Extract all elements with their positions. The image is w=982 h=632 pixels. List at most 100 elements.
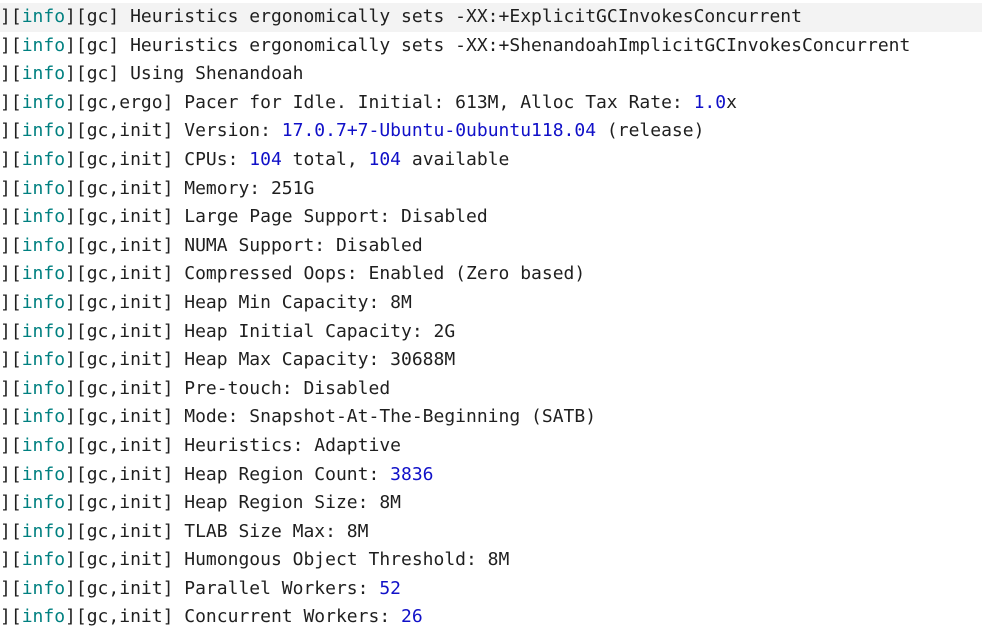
log-line: ][info][gc] Heuristics ergonomically set… [0, 32, 982, 61]
log-text: ][gc] Heuristics ergonomically sets -XX:… [65, 6, 802, 27]
log-text: ][ [0, 377, 22, 399]
log-level: info [21, 120, 66, 142]
log-level: info [21, 377, 66, 399]
log-number: 52 [379, 577, 402, 599]
log-line: ][info][gc,init] Parallel Workers: 52 [0, 575, 982, 604]
log-level: info [21, 63, 66, 85]
log-level: info [21, 577, 66, 599]
log-text: ][gc,init] Large Page Support: Disabled [65, 206, 488, 228]
log-text: ][ [0, 463, 22, 485]
log-text: ][gc] Heuristics ergonomically sets -XX:… [65, 34, 911, 56]
log-level: info [21, 492, 66, 514]
log-text: ][gc,init] Memory: 251G [65, 177, 315, 199]
log-level: info [21, 320, 66, 342]
log-number: 104 [368, 148, 402, 170]
log-level: info [21, 6, 66, 27]
log-text: ][gc,init] Concurrent Workers: [65, 606, 401, 628]
log-text: ][ [0, 91, 22, 113]
log-text: ][gc,init] Humongous Object Threshold: 8… [65, 549, 510, 571]
log-level: info [21, 434, 66, 456]
log-number: 26 [401, 606, 423, 628]
log-text: ][ [0, 6, 22, 27]
log-text: ][gc,init] Version: [65, 120, 282, 142]
log-number: 3836 [390, 463, 434, 485]
log-text: ][gc,init] TLAB Size Max: 8M [65, 520, 369, 542]
log-text: ][gc,init] Heap Min Capacity: 8M [65, 291, 412, 313]
log-text: ][gc,init] Heap Max Capacity: 30688M [65, 349, 456, 371]
log-text: x [726, 91, 737, 113]
log-text: ][gc,init] CPUs: [65, 148, 250, 170]
log-text: ][gc,init] NUMA Support: Disabled [65, 234, 423, 256]
log-text: ][ [0, 177, 22, 199]
log-text: ][gc,init] Parallel Workers: [65, 577, 380, 599]
log-line: ][info][gc,init] Concurrent Workers: 26 [0, 603, 982, 632]
log-line: ][info][gc,init] TLAB Size Max: 8M [0, 518, 982, 547]
log-line: ][info][gc,init] Heap Region Count: 3836 [0, 461, 982, 490]
log-line: ][info][gc,ergo] Pacer for Idle. Initial… [0, 89, 982, 118]
log-text: ][ [0, 520, 22, 542]
log-level: info [21, 349, 66, 371]
log-text: ][ [0, 577, 22, 599]
log-text: ][gc,ergo] Pacer for Idle. Initial: 613M… [65, 91, 694, 113]
log-level: info [21, 606, 66, 628]
log-text: ][ [0, 206, 22, 228]
log-text: ][ [0, 120, 22, 142]
log-level: info [21, 34, 66, 56]
log-text: ][gc,init] Mode: Snapshot-At-The-Beginni… [65, 406, 597, 428]
log-level: info [21, 291, 66, 313]
log-text: ][gc] Using Shenandoah [65, 63, 304, 85]
log-level: info [21, 91, 66, 113]
log-line: ][info][gc,init] Heuristics: Adaptive [0, 432, 982, 461]
log-text: total, [281, 148, 369, 170]
log-line: ][info][gc] Heuristics ergonomically set… [0, 3, 982, 32]
log-line: ][info][gc,init] Humongous Object Thresh… [0, 546, 982, 575]
log-text: available [401, 148, 510, 170]
log-text: ][ [0, 320, 22, 342]
log-text: ][gc,init] Compressed Oops: Enabled (Zer… [65, 263, 586, 285]
log-line: ][info][gc,init] Mode: Snapshot-At-The-B… [0, 403, 982, 432]
log-level: info [21, 206, 66, 228]
log-number: 17.0.7+7-Ubuntu-0ubuntu118.04 [281, 120, 597, 142]
log-text: ][gc,init] Pre-touch: Disabled [65, 377, 391, 399]
log-line: ][info][gc,init] Memory: 251G [0, 175, 982, 204]
log-text: ][ [0, 148, 22, 170]
log-text: ][gc,init] Heap Initial Capacity: 2G [65, 320, 456, 342]
log-text: ][ [0, 349, 22, 371]
log-level: info [21, 234, 66, 256]
log-number: 104 [249, 148, 282, 170]
log-text: ][gc,init] Heap Region Count: [65, 463, 391, 485]
log-text: ][ [0, 406, 22, 428]
log-line: ][info][gc,init] Large Page Support: Dis… [0, 203, 982, 232]
log-line: ][info][gc,init] Pre-touch: Disabled [0, 375, 982, 404]
log-text: ][ [0, 34, 22, 56]
log-text: ][gc,init] Heuristics: Adaptive [65, 434, 401, 456]
log-text: ][ [0, 606, 22, 628]
log-text: ][ [0, 549, 22, 571]
log-line: ][info][gc,init] Heap Max Capacity: 3068… [0, 346, 982, 375]
log-level: info [21, 148, 66, 170]
log-level: info [21, 177, 66, 199]
log-line: ][info][gc] Using Shenandoah [0, 60, 982, 89]
log-line: ][info][gc,init] Heap Initial Capacity: … [0, 318, 982, 347]
log-text: ][ [0, 492, 22, 514]
log-text: ][gc,init] Heap Region Size: 8M [65, 492, 401, 514]
log-level: info [21, 463, 66, 485]
log-level: info [21, 406, 66, 428]
log-line: ][info][gc,init] NUMA Support: Disabled [0, 232, 982, 261]
log-text: ][ [0, 291, 22, 313]
log-text: ][ [0, 434, 22, 456]
log-level: info [21, 263, 66, 285]
log-output: ][info][gc] Heuristics ergonomically set… [0, 3, 982, 632]
log-number: 1.0 [693, 91, 727, 113]
log-line: ][info][gc,init] CPUs: 104 total, 104 av… [0, 146, 982, 175]
log-line: ][info][gc,init] Version: 17.0.7+7-Ubunt… [0, 117, 982, 146]
log-text: ][ [0, 234, 22, 256]
log-line: ][info][gc,init] Heap Region Size: 8M [0, 489, 982, 518]
log-text: (release) [596, 120, 705, 142]
log-line: ][info][gc,init] Compressed Oops: Enable… [0, 260, 982, 289]
log-text: ][ [0, 63, 22, 85]
log-text: ][ [0, 263, 22, 285]
log-line: ][info][gc,init] Heap Min Capacity: 8M [0, 289, 982, 318]
log-level: info [21, 520, 66, 542]
log-level: info [21, 549, 66, 571]
